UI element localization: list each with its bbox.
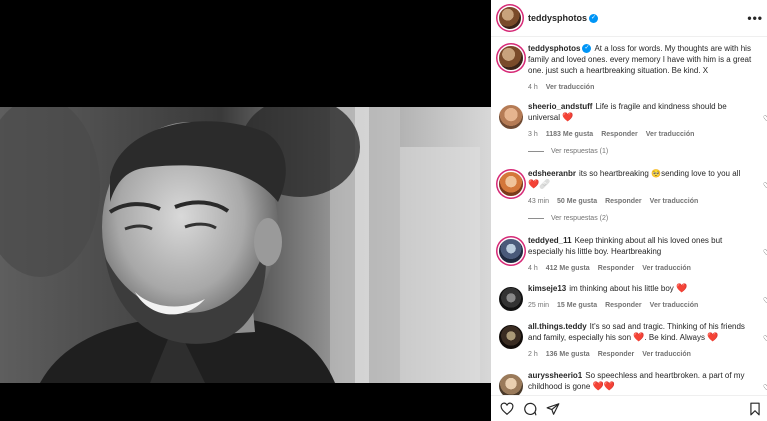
- author-username[interactable]: teddysphotos ✓: [528, 13, 599, 24]
- post-photo-image: [0, 107, 491, 383]
- red-heart-emoji: ❤️: [633, 332, 645, 342]
- comment-text-2: sending love to you all: [661, 169, 741, 178]
- comment-text-2: . Be kind. Always: [644, 333, 705, 342]
- like-comment-heart-icon[interactable]: ♡: [763, 114, 767, 123]
- comment-username[interactable]: kimseje13: [528, 284, 566, 293]
- comment-likes[interactable]: 50 Me gusta: [557, 196, 597, 207]
- post-header: teddysphotos ✓ •••: [491, 0, 767, 37]
- reply-button[interactable]: Responder: [598, 263, 635, 274]
- post-photo[interactable]: [0, 107, 491, 383]
- comment-meta: 3 h 1183 Me gusta Responder Ver traducci…: [528, 129, 753, 140]
- reply-button[interactable]: Responder: [605, 300, 642, 311]
- view-replies[interactable]: Ver respuestas (2): [528, 215, 608, 222]
- comments-list[interactable]: teddysphotos ✓ At a loss for words. My tho…: [491, 38, 767, 395]
- comment: auryssheerio1 So speechless and heartbrok…: [499, 370, 767, 395]
- comment-meta: 43 min 50 Me gusta Responder Ver traducc…: [528, 196, 753, 207]
- translate-link[interactable]: Ver traducción: [642, 349, 691, 360]
- comment-likes[interactable]: 136 Me gusta: [546, 349, 590, 360]
- commenter-avatar[interactable]: [499, 105, 523, 129]
- verified-icon: ✓: [582, 44, 592, 54]
- like-comment-heart-icon[interactable]: ♡: [763, 334, 767, 343]
- view-replies-label[interactable]: Ver respuestas (1): [551, 148, 608, 155]
- author-avatar[interactable]: [499, 7, 521, 29]
- comment: sheerio_andstuff Life is fragile and kind…: [499, 101, 767, 140]
- commenter-avatar[interactable]: [499, 239, 523, 263]
- caption-avatar[interactable]: [499, 46, 523, 70]
- reply-button[interactable]: Responder: [605, 196, 642, 207]
- translate-link[interactable]: Ver traducción: [642, 263, 691, 274]
- comment-time[interactable]: 4 h: [528, 263, 538, 274]
- comment-likes[interactable]: 15 Me gusta: [557, 300, 597, 311]
- translate-link[interactable]: Ver traducción: [650, 196, 699, 207]
- like-comment-heart-icon[interactable]: ♡: [763, 248, 767, 257]
- comment-meta: 2 h 136 Me gusta Responder Ver traducció…: [528, 349, 753, 360]
- commenter-avatar[interactable]: [499, 325, 523, 349]
- post-actions-bar: [491, 395, 767, 421]
- caption: teddysphotos ✓ At a loss for words. My tho…: [499, 43, 767, 93]
- comment: teddyed_11 Keep thinking about all his lo…: [499, 235, 767, 274]
- comment-username[interactable]: teddyed_11: [528, 236, 572, 245]
- commenter-avatar[interactable]: [499, 374, 523, 395]
- heart-icon[interactable]: [500, 402, 514, 416]
- comment-username[interactable]: auryssheerio1: [528, 371, 582, 380]
- translate-link[interactable]: Ver traducción: [646, 129, 695, 140]
- verified-icon: ✓: [589, 14, 599, 24]
- pleading-face-emoji: 🥺: [651, 169, 662, 178]
- replies-divider: [528, 218, 544, 219]
- comment-time[interactable]: 3 h: [528, 129, 538, 140]
- comment-icon[interactable]: [523, 402, 537, 416]
- send-icon[interactable]: [546, 402, 560, 416]
- comment-meta: 4 h 412 Me gusta Responder Ver traducció…: [528, 263, 753, 274]
- comment-likes[interactable]: 1183 Me gusta: [546, 129, 593, 140]
- comment-username[interactable]: all.things.teddy: [528, 322, 587, 331]
- comment-text: im thinking about his little boy: [569, 284, 674, 293]
- comment-time[interactable]: 2 h: [528, 349, 538, 360]
- reply-button[interactable]: Responder: [598, 349, 635, 360]
- comment: kimseje13 im thinking about his little bo…: [499, 283, 767, 311]
- more-options-icon[interactable]: •••: [747, 11, 763, 25]
- reply-button[interactable]: Responder: [601, 129, 638, 140]
- comment-username[interactable]: sheerio_andstuff: [528, 102, 592, 111]
- mending-heart-emoji: ❤️🩹: [528, 179, 551, 189]
- comment: all.things.teddy It's so sad and tragic. …: [499, 321, 767, 360]
- commenter-avatar[interactable]: [499, 287, 523, 311]
- comment-username[interactable]: edsheeranbr: [528, 169, 576, 178]
- like-comment-heart-icon[interactable]: ♡: [763, 296, 767, 305]
- caption-username[interactable]: teddysphotos ✓: [528, 44, 592, 54]
- bookmark-icon[interactable]: [748, 402, 762, 416]
- view-replies-label[interactable]: Ver respuestas (2): [551, 215, 608, 222]
- red-hearts-emoji: ❤️❤️: [592, 381, 615, 391]
- translate-link[interactable]: Ver traducción: [546, 82, 595, 93]
- media-pane: [0, 0, 491, 421]
- like-comment-heart-icon[interactable]: ♡: [763, 181, 767, 190]
- comment: edsheeranbr its so heartbreaking 🥺sending…: [499, 168, 767, 207]
- translate-link[interactable]: Ver traducción: [650, 300, 699, 311]
- comment-time[interactable]: 43 min: [528, 196, 549, 207]
- caption-time[interactable]: 4 h: [528, 82, 538, 93]
- comments-panel: teddysphotos ✓ ••• teddysphotos ✓ At a loss…: [491, 0, 767, 421]
- comment-text: its so heartbreaking: [579, 169, 649, 178]
- red-heart-emoji: ❤️: [562, 112, 574, 122]
- comment-meta: 25 min 15 Me gusta Responder Ver traducc…: [528, 300, 753, 311]
- like-comment-heart-icon[interactable]: ♡: [763, 383, 767, 392]
- commenter-avatar[interactable]: [499, 172, 523, 196]
- red-heart-emoji: ❤️: [707, 332, 719, 342]
- comment-time[interactable]: 25 min: [528, 300, 549, 311]
- red-heart-emoji: ❤️: [676, 283, 688, 293]
- view-replies[interactable]: Ver respuestas (1): [528, 148, 608, 155]
- author-username-text[interactable]: teddysphotos: [528, 13, 587, 23]
- replies-divider: [528, 151, 544, 152]
- comment-likes[interactable]: 412 Me gusta: [546, 263, 590, 274]
- caption-meta: 4 h Ver traducción: [528, 82, 753, 93]
